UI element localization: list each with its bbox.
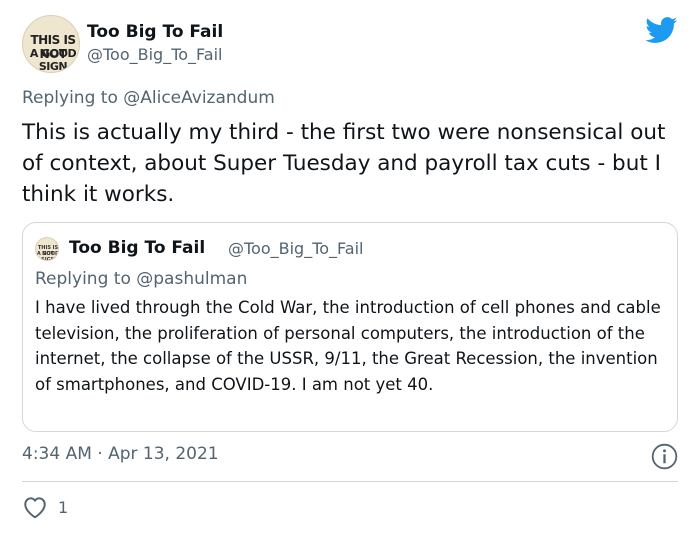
like-button[interactable]: 1	[22, 494, 68, 520]
reply-context: Replying to @AliceAvizandum	[22, 88, 275, 108]
quoted-avatar-text-line-2: A GOOD SIGN	[36, 251, 59, 261]
tweet-timestamp[interactable]: 4:34 AM · Apr 13, 2021	[22, 444, 219, 464]
quoted-tweet-text: I have lived through the Cold War, the i…	[35, 298, 661, 394]
tweet-text: This is actually my third - the first tw…	[22, 120, 666, 207]
author-display-name[interactable]: Too Big To Fail	[87, 22, 223, 42]
quoted-author-display-name: Too Big To Fail	[69, 238, 206, 258]
quoted-tweet-card[interactable]: THIS IS NOT A GOOD SIGN Too Big To Fail …	[22, 222, 678, 432]
quoted-reply-mention: @pashulman	[136, 269, 248, 289]
author-avatar[interactable]: THIS IS NOT A GOOD SIGN	[22, 15, 80, 73]
info-icon[interactable]	[651, 443, 678, 470]
twitter-bird-icon[interactable]	[645, 17, 678, 44]
reply-prefix: Replying to	[22, 88, 118, 108]
like-count: 1	[58, 497, 69, 517]
quoted-reply-context: Replying to @pashulman	[35, 269, 247, 289]
heart-icon[interactable]	[22, 495, 48, 519]
avatar-text-line-2: A GOOD SIGN	[29, 47, 77, 73]
reply-mention-link[interactable]: @AliceAvizandum	[123, 88, 275, 108]
quoted-author-handle: @Too_Big_To_Fail	[228, 239, 364, 258]
quoted-author-avatar: THIS IS NOT A GOOD SIGN	[35, 237, 59, 261]
author-handle[interactable]: @Too_Big_To_Fail	[87, 45, 222, 64]
quoted-reply-prefix: Replying to	[35, 269, 131, 289]
action-divider	[22, 481, 678, 482]
